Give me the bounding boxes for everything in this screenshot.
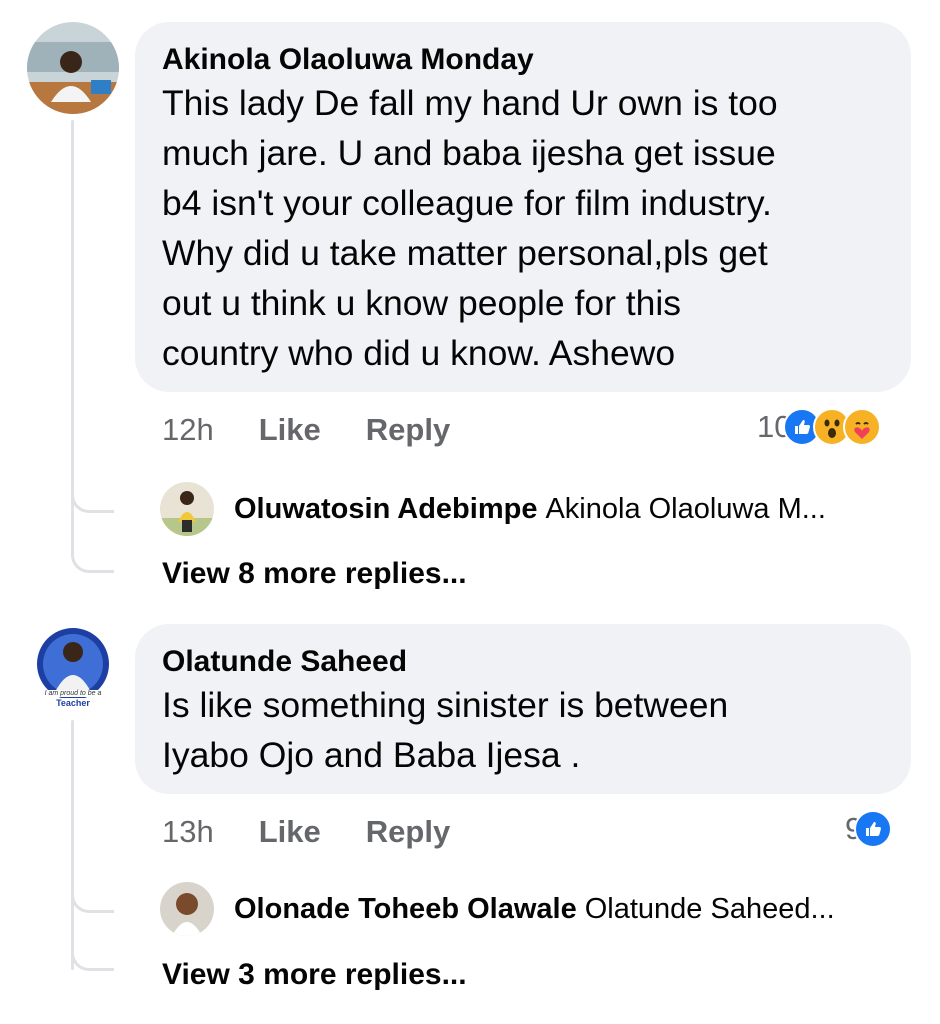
reply-author[interactable]: Olonade Toheeb Olawale bbox=[234, 893, 577, 926]
like-button[interactable]: Like bbox=[259, 814, 321, 850]
view-more-replies[interactable]: View 3 more replies... bbox=[162, 958, 467, 992]
reply-button[interactable]: Reply bbox=[366, 814, 450, 850]
thread-connector bbox=[71, 870, 114, 913]
comment-time[interactable]: 13h bbox=[162, 814, 214, 850]
avatar-caption: Teacher bbox=[56, 698, 90, 708]
like-icon bbox=[854, 810, 893, 848]
reaction-summary[interactable]: 9 bbox=[845, 810, 893, 848]
comment-2: I am proud to be a Teacher Olatunde Sahe… bbox=[0, 0, 940, 1024]
avatar[interactable] bbox=[160, 882, 214, 936]
reply-preview[interactable]: Olonade Toheeb Olawale Olatunde Saheed..… bbox=[160, 882, 835, 936]
comment-actions: 13h Like Reply bbox=[162, 814, 495, 850]
comment-text: Is like something sinister is between Iy… bbox=[162, 685, 729, 775]
thread-connector bbox=[71, 910, 114, 971]
comment-bubble: Olatunde Saheed Is like something sinist… bbox=[135, 624, 911, 794]
avatar[interactable]: I am proud to be a Teacher bbox=[27, 622, 119, 714]
avatar-caption: I am proud to be a bbox=[44, 690, 102, 697]
reply-text: Olatunde Saheed... bbox=[584, 892, 835, 925]
comment-author[interactable]: Olatunde Saheed bbox=[162, 644, 883, 680]
